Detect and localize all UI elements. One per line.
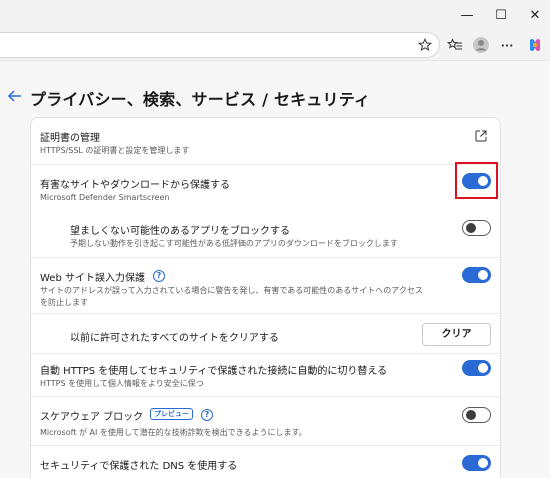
back-arrow-icon[interactable]	[5, 86, 25, 106]
scareware-toggle[interactable]	[462, 407, 491, 423]
divider	[31, 353, 500, 354]
auto-https-label: 自動 HTTPS を使用してセキュリティで保護された接続に自動的に切り替える	[40, 366, 388, 377]
highlight-box	[455, 162, 498, 199]
pua-toggle[interactable]	[462, 220, 491, 236]
scareware-label: スケアウェア ブロック	[40, 412, 144, 423]
window-titlebar: — ☐ ✕	[0, 0, 550, 30]
secure-dns-label: セキュリティで保護された DNS を使用する	[40, 461, 238, 472]
external-link-icon[interactable]	[474, 128, 488, 142]
address-bar[interactable]	[0, 32, 440, 58]
minimize-button[interactable]: —	[452, 5, 482, 25]
preview-badge: プレビュー	[150, 408, 193, 420]
auto-https-toggle[interactable]	[462, 360, 491, 376]
typo-protection-label: Web サイト誤入力保護	[40, 273, 145, 284]
help-icon[interactable]: ?	[153, 270, 165, 282]
clear-allowed-label: 以前に許可されたすべてのサイトをクリアする	[70, 333, 279, 344]
cert-label[interactable]: 証明書の管理	[40, 129, 100, 144]
divider	[31, 164, 500, 165]
harmful-sites-label: 有害なサイトやダウンロードから保護する	[40, 180, 230, 191]
divider	[31, 396, 500, 397]
typo-protection-toggle[interactable]	[462, 267, 491, 283]
secure-dns-toggle[interactable]	[462, 455, 491, 471]
more-icon[interactable]: ···	[496, 34, 518, 56]
typo-protection-desc-line2: を防止します	[40, 298, 88, 307]
star-icon[interactable]	[414, 34, 436, 56]
pua-desc: 予期しない動作を引き起こす可能性がある低評価のアプリのダウンロードをブロックしま…	[70, 239, 398, 248]
page-title: プライバシー、検索、サービス / セキュリティ	[30, 90, 371, 109]
maximize-button[interactable]: ☐	[486, 5, 516, 25]
harmful-sites-desc: Microsoft Defender Smartscreen	[40, 193, 170, 202]
copilot-icon[interactable]	[524, 34, 546, 56]
divider	[31, 313, 500, 314]
close-button[interactable]: ✕	[520, 5, 550, 25]
pua-label: 望ましくない可能性のあるアプリをブロックする	[70, 226, 290, 237]
browser-toolbar	[0, 30, 550, 60]
profile-avatar[interactable]	[470, 34, 492, 56]
help-icon[interactable]: ?	[201, 409, 213, 421]
clear-button[interactable]: クリア	[422, 323, 491, 346]
auto-https-desc: HTTPS を使用して個人情報をより安全に保つ	[40, 379, 204, 388]
security-card	[30, 117, 501, 478]
favorites-icon[interactable]	[444, 34, 466, 56]
cert-desc: HTTPS/SSL の証明書と設定を管理します	[40, 146, 190, 155]
scareware-desc: Microsoft が AI を使用して潜在的な技術詐欺を検出できるようにします…	[40, 428, 307, 437]
divider	[31, 445, 500, 446]
divider	[31, 257, 500, 258]
typo-protection-desc-line1: サイトのアドレスが誤って入力されている場合に警告を発し、有害である可能性のあるサ…	[40, 286, 423, 295]
